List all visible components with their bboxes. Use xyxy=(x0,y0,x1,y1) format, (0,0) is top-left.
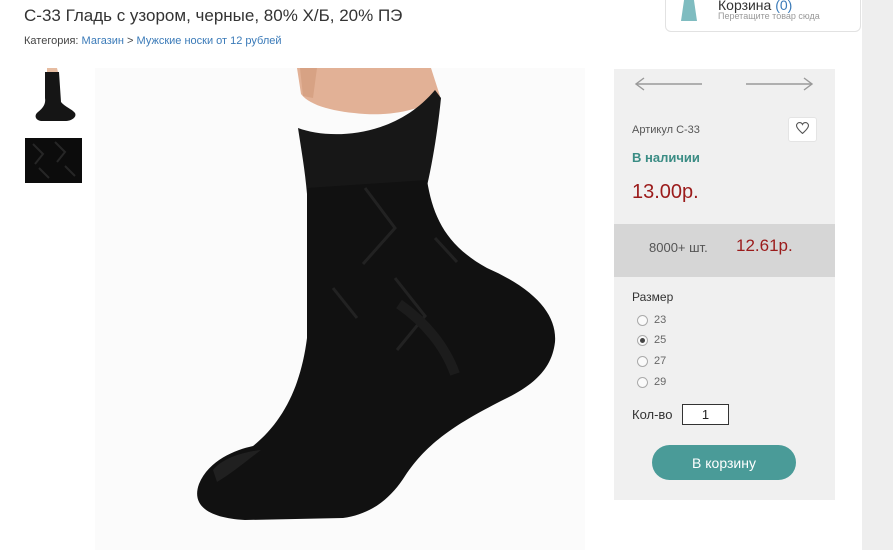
product-main-image[interactable] xyxy=(95,68,585,550)
size-option-29[interactable]: 29 xyxy=(637,375,666,389)
favorite-button[interactable] xyxy=(788,117,817,142)
quantity-label: Кол-во xyxy=(632,407,673,422)
size-option-23[interactable]: 23 xyxy=(637,313,666,327)
size-option-label: 25 xyxy=(654,334,667,346)
size-radio-selected[interactable] xyxy=(637,334,648,346)
thumbnail-sock-texture[interactable] xyxy=(25,138,82,183)
size-radio[interactable] xyxy=(637,376,648,388)
quantity-input[interactable] xyxy=(682,404,729,425)
bulk-quantity: 8000+ шт. xyxy=(649,240,708,255)
purchase-panel: Артикул С-33 В наличии 13.00р. 8000+ шт.… xyxy=(614,69,835,500)
breadcrumb-label: Категория: xyxy=(24,35,79,47)
page-title: С-33 Гладь с узором, черные, 80% Х/Б, 20… xyxy=(24,6,403,25)
size-option-27[interactable]: 27 xyxy=(637,354,666,368)
breadcrumb: Категория: Магазин > Мужские носки от 12… xyxy=(24,35,282,47)
product-page: С-33 Гладь с узором, черные, 80% Х/Б, 20… xyxy=(0,0,862,550)
breadcrumb-link-shop[interactable]: Магазин xyxy=(82,35,124,47)
breadcrumb-link-category[interactable]: Мужские носки от 12 рублей xyxy=(137,35,282,47)
heart-icon xyxy=(795,121,810,139)
arrow-right-icon[interactable] xyxy=(744,77,814,91)
bulk-price: 12.61р. xyxy=(736,236,793,255)
bulk-price-row: 8000+ шт. 12.61р. xyxy=(614,224,835,277)
size-option-label: 23 xyxy=(654,314,667,326)
cart-drop-hint: Перетащите товар сюда xyxy=(718,11,820,21)
shopping-bag-icon xyxy=(681,0,697,21)
product-price: 13.00р. xyxy=(632,181,699,203)
breadcrumb-separator: > xyxy=(127,35,134,47)
stock-status: В наличии xyxy=(632,150,700,165)
arrow-left-icon[interactable] xyxy=(634,77,704,91)
thumbnail-sock-side[interactable] xyxy=(25,68,82,125)
size-label: Размер xyxy=(632,290,674,304)
product-sku: Артикул С-33 xyxy=(632,124,700,136)
size-radio[interactable] xyxy=(637,314,648,326)
cart-widget[interactable]: Корзина (0) Перетащите товар сюда xyxy=(665,0,861,32)
size-radio[interactable] xyxy=(637,355,648,367)
size-option-label: 29 xyxy=(654,376,667,388)
size-option-label: 27 xyxy=(654,355,667,367)
add-to-cart-button[interactable]: В корзину xyxy=(652,445,796,480)
size-option-25[interactable]: 25 xyxy=(637,333,666,347)
